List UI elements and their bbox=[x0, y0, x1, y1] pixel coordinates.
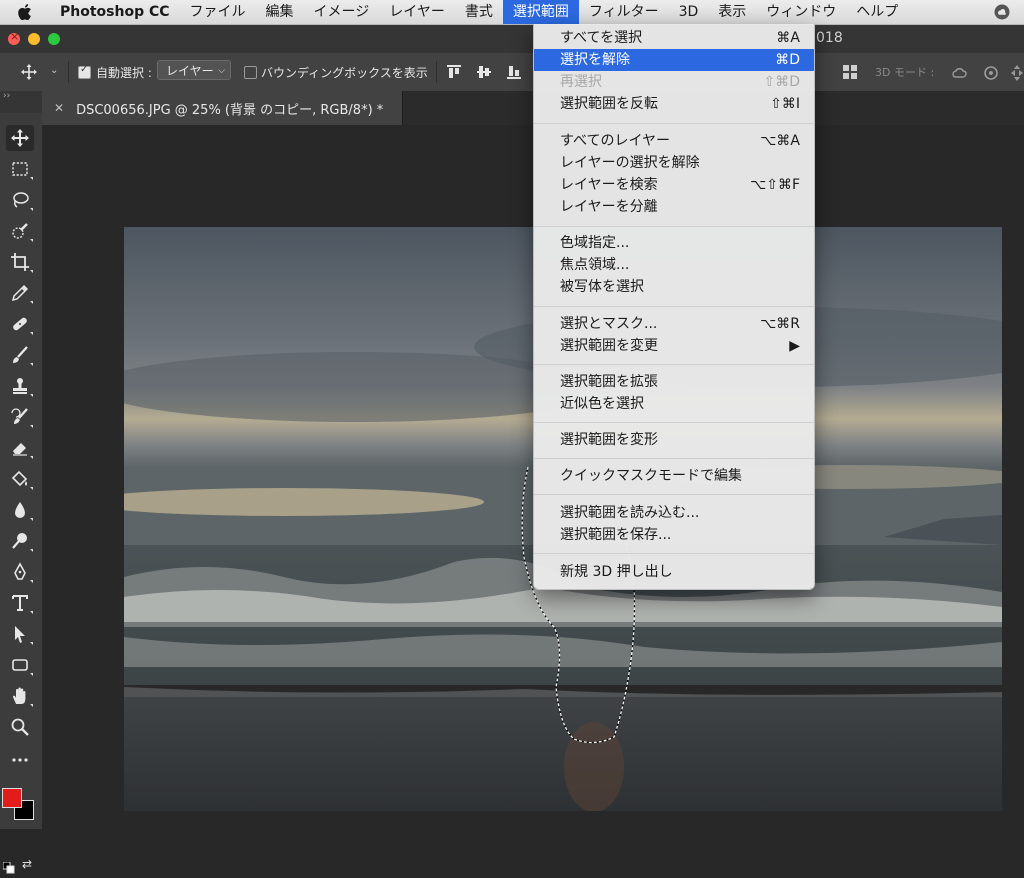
menu-separator bbox=[534, 306, 814, 307]
eraser-tool-icon[interactable] bbox=[6, 435, 34, 461]
menu-item-grow[interactable]: 選択範囲を拡張 bbox=[534, 371, 814, 393]
paint-bucket-tool-icon[interactable] bbox=[6, 466, 34, 492]
menu-layer[interactable]: レイヤー bbox=[379, 0, 455, 24]
creative-cloud-icon[interactable] bbox=[994, 4, 1010, 20]
menu-item-select-subject[interactable]: 被写体を選択 bbox=[534, 276, 814, 298]
menu-item-reselect: 再選択 ⇧⌘D bbox=[560, 74, 800, 90]
tools-panel: ›› ⇄ bbox=[0, 91, 43, 874]
show-bounding-box-checkbox[interactable] bbox=[244, 66, 257, 79]
menu-separator bbox=[534, 226, 814, 227]
divider bbox=[68, 61, 69, 83]
window-close-button[interactable] bbox=[8, 30, 20, 45]
menu-separator bbox=[534, 553, 814, 554]
menu-item-find-layers[interactable]: レイヤーを検索 ⌥⇧⌘F bbox=[534, 174, 814, 196]
menu-item-deselect-layers[interactable]: レイヤーの選択を解除 bbox=[534, 152, 814, 174]
align-bottom-icon[interactable] bbox=[506, 64, 522, 83]
chevron-down-icon: ⌵ bbox=[218, 66, 225, 76]
roll-3d-icon[interactable] bbox=[982, 64, 1000, 85]
menu-3d[interactable]: 3D bbox=[669, 0, 709, 24]
eyedropper-tool-icon[interactable] bbox=[6, 280, 34, 306]
menu-item-color-range[interactable]: 色域指定... bbox=[534, 232, 814, 254]
menu-item-quick-mask[interactable]: クイックマスクモードで編集 bbox=[534, 465, 814, 487]
auto-select-label: 自動選択 : bbox=[96, 66, 152, 80]
3d-mode-label: 3D モード : bbox=[875, 66, 935, 79]
zoom-tool-icon[interactable] bbox=[6, 714, 34, 740]
document-tab-title: DSC00656.JPG @ 25% (背景 のコピー, RGB/8*) * bbox=[76, 102, 384, 118]
menu-item-focus-area[interactable]: 焦点領域... bbox=[534, 254, 814, 276]
pen-tool-icon[interactable] bbox=[6, 559, 34, 585]
menu-item-load-selection[interactable]: 選択範囲を読み込む... bbox=[534, 502, 814, 524]
close-tab-icon[interactable]: ✕ bbox=[54, 101, 64, 115]
foreground-color-swatch[interactable] bbox=[2, 788, 22, 808]
menu-separator bbox=[534, 364, 814, 365]
auto-select-checkbox[interactable] bbox=[78, 64, 91, 79]
menu-view[interactable]: 表示 bbox=[708, 0, 756, 24]
menu-item-transform-selection[interactable]: 選択範囲を変形 bbox=[534, 429, 814, 451]
align-vertical-center-icon[interactable] bbox=[476, 64, 492, 83]
default-colors-icon[interactable] bbox=[2, 859, 15, 878]
history-brush-tool-icon[interactable] bbox=[6, 404, 34, 430]
menu-item-save-selection[interactable]: 選択範囲を保存... bbox=[534, 524, 814, 546]
menu-item-deselect[interactable]: 選択を解除 ⌘D bbox=[534, 49, 814, 71]
rectangular-marquee-tool-icon[interactable] bbox=[6, 156, 34, 182]
distribute-icon[interactable] bbox=[842, 64, 858, 83]
menu-type[interactable]: 書式 bbox=[455, 0, 503, 24]
select-menu-dropdown: すべてを選択 ⌘A 選択を解除 ⌘D 再選択 ⇧⌘D 選択範囲を反転 ⇧⌘I すべてのレ… bbox=[533, 24, 815, 590]
pan-3d-icon[interactable] bbox=[1010, 64, 1024, 85]
menu-item-inverse[interactable]: 選択範囲を反転 ⇧⌘I bbox=[534, 93, 814, 115]
tool-options-bar: ⌄ 自動選択 : レイヤー ⌵ バウンディングボックスを表示 3D モード : bbox=[0, 53, 1024, 92]
menu-item-select-and-mask[interactable]: 選択とマスク... ⌥⌘R bbox=[534, 313, 814, 335]
menu-file[interactable]: ファイル bbox=[180, 0, 256, 24]
menu-edit[interactable]: 編集 bbox=[256, 0, 304, 24]
crop-tool-icon[interactable] bbox=[6, 249, 34, 275]
clone-stamp-tool-icon[interactable] bbox=[6, 373, 34, 399]
show-bounding-box-label: バウンディングボックスを表示 bbox=[261, 66, 428, 80]
move-tool-icon[interactable] bbox=[6, 125, 34, 151]
menu-item-new-3d-extrusion[interactable]: 新規 3D 押し出し bbox=[534, 561, 814, 583]
submenu-arrow-icon: ▶ bbox=[789, 338, 800, 354]
dodge-tool-icon[interactable] bbox=[6, 528, 34, 554]
window-title: 018 bbox=[816, 30, 843, 46]
window-title-bar: 018 bbox=[0, 25, 1024, 53]
menu-filter[interactable]: フィルター bbox=[579, 0, 669, 24]
orbit-3d-icon[interactable] bbox=[950, 64, 970, 83]
menu-bar: Photoshop CC ファイル 編集 イメージ レイヤー 書式 選択範囲 フ… bbox=[0, 0, 1024, 25]
divider bbox=[436, 61, 437, 83]
lasso-tool-icon[interactable] bbox=[6, 187, 34, 213]
quick-selection-tool-icon[interactable] bbox=[6, 218, 34, 244]
menu-image[interactable]: イメージ bbox=[304, 0, 380, 24]
document-tab[interactable]: ✕ DSC00656.JPG @ 25% (背景 のコピー, RGB/8*) * bbox=[42, 91, 403, 125]
menu-select[interactable]: 選択範囲 bbox=[502, 0, 579, 24]
menu-separator bbox=[534, 422, 814, 423]
align-top-icon[interactable] bbox=[446, 64, 462, 83]
move-tool-preset-icon[interactable] bbox=[20, 63, 38, 84]
window-zoom-button[interactable] bbox=[48, 33, 60, 45]
menu-help[interactable]: ヘルプ bbox=[846, 0, 908, 24]
auto-select-target-value: レイヤー bbox=[166, 64, 214, 78]
more-tools-icon[interactable] bbox=[6, 745, 34, 771]
menu-item-isolate-layers[interactable]: レイヤーを分離 bbox=[534, 196, 814, 218]
swap-colors-icon[interactable]: ⇄ bbox=[22, 857, 32, 871]
apple-icon[interactable] bbox=[0, 4, 48, 20]
menu-item-select-all[interactable]: すべてを選択 ⌘A bbox=[534, 27, 814, 49]
menu-separator bbox=[534, 123, 814, 124]
blur-tool-icon[interactable] bbox=[6, 497, 34, 523]
type-tool-icon[interactable] bbox=[6, 590, 34, 616]
menu-separator bbox=[534, 494, 814, 495]
healing-brush-tool-icon[interactable] bbox=[6, 311, 34, 337]
menu-separator bbox=[534, 458, 814, 459]
path-selection-tool-icon[interactable] bbox=[6, 621, 34, 647]
rectangle-tool-icon[interactable] bbox=[6, 652, 34, 678]
tool-preset-chevron-icon[interactable]: ⌄ bbox=[50, 65, 58, 76]
app-name-menu[interactable]: Photoshop CC bbox=[48, 0, 180, 24]
menu-item-similar[interactable]: 近似色を選択 bbox=[534, 393, 814, 415]
menu-item-all-layers[interactable]: すべてのレイヤー ⌥⌘A bbox=[534, 130, 814, 152]
panel-collapse-grip[interactable]: ›› bbox=[0, 91, 42, 113]
brush-tool-icon[interactable] bbox=[6, 342, 34, 368]
auto-select-target-dropdown[interactable]: レイヤー ⌵ bbox=[157, 60, 231, 80]
hand-tool-icon[interactable] bbox=[6, 683, 34, 709]
menu-item-modify-selection[interactable]: 選択範囲を変更 ▶ bbox=[534, 335, 814, 357]
menu-window[interactable]: ウィンドウ bbox=[756, 0, 846, 24]
window-minimize-button[interactable] bbox=[28, 33, 40, 45]
